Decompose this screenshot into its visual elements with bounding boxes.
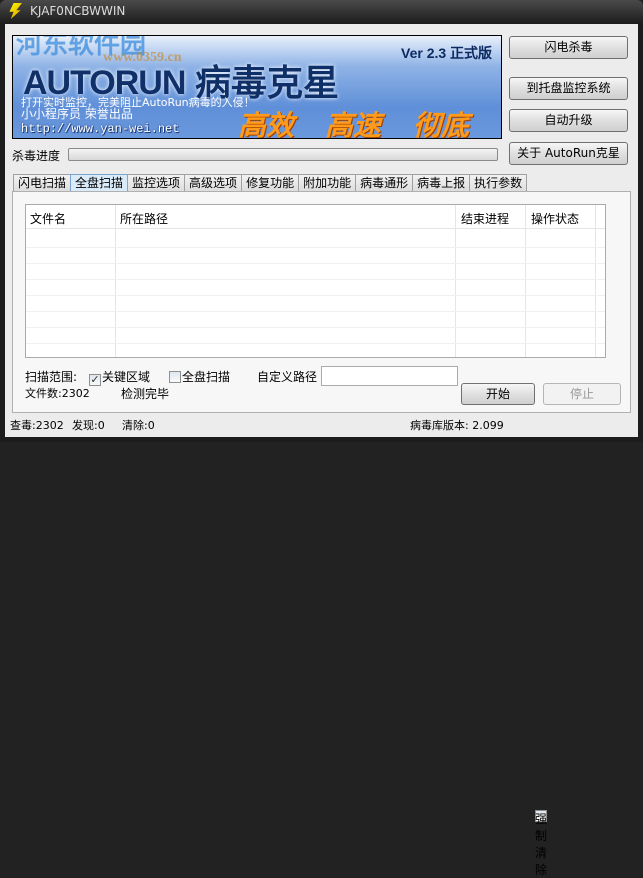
- key-area-checkbox[interactable]: ✓ 关键区域: [89, 368, 150, 386]
- tab-monitor-options[interactable]: 监控选项: [127, 174, 186, 192]
- tab-quick-scan[interactable]: 闪电扫描: [13, 174, 72, 192]
- kill-progress-bar: [68, 148, 498, 161]
- db-version: 病毒库版本: 2.099: [410, 419, 504, 432]
- author-name: 小小程序员 荣誉出品: [21, 107, 133, 121]
- banner: AUTORUN 病毒克星 Ver 2.3 正式版 打开实时监控，完美阻止Auto…: [12, 35, 502, 139]
- app-window: KJAF0NCBWWIN AUTORUN 病毒克星 Ver 2.3 正式版 打开…: [0, 0, 643, 877]
- checkbox-icon: [169, 371, 181, 383]
- tab-bar: 闪电扫描 全盘扫描 监控选项 高级选项 修复功能 附加功能 病毒通形 病毒上报 …: [13, 174, 528, 192]
- tagline: 高效: [238, 109, 295, 139]
- result-list[interactable]: 文件名 所在路径 结束进程 操作状态: [25, 204, 606, 358]
- scan-state: 检测完毕: [121, 387, 170, 401]
- window-title: KJAF0NCBWWIN: [30, 4, 126, 18]
- found-count: 发现:0: [72, 419, 105, 432]
- tray-monitor-button[interactable]: 到托盘监控系统: [509, 77, 628, 100]
- tab-exec-params[interactable]: 执行参数: [469, 174, 528, 192]
- tagline: 高速: [325, 109, 382, 139]
- quick-kill-button[interactable]: 闪电杀毒: [509, 36, 628, 59]
- cleaned-count: 清除:0: [122, 419, 155, 432]
- auto-update-button[interactable]: 自动升级: [509, 109, 628, 132]
- full-disk-label: 全盘扫描: [182, 370, 231, 384]
- app-lightning-icon: [9, 3, 22, 19]
- col-path[interactable]: 所在路径: [120, 210, 168, 227]
- tagline: 彻底: [413, 109, 470, 139]
- client-area: AUTORUN 病毒克星 Ver 2.3 正式版 打开实时监控，完美阻止Auto…: [5, 24, 638, 877]
- about-button[interactable]: 关于 AutoRun克星: [509, 142, 628, 165]
- tab-extras[interactable]: 附加功能: [298, 174, 357, 192]
- file-count: 文件数:2302: [25, 387, 90, 400]
- custom-path-input[interactable]: [321, 366, 458, 386]
- custom-path-label: 自定义路径: [257, 370, 318, 384]
- watermark-url: www.0359.cn: [103, 50, 182, 65]
- col-status[interactable]: 操作状态: [531, 210, 579, 227]
- author-url[interactable]: http://www.yan-wei.net: [21, 122, 179, 137]
- tab-virus-notice[interactable]: 病毒通形: [355, 174, 414, 192]
- list-header: 文件名 所在路径 结束进程 操作状态: [26, 205, 605, 229]
- checkbox-checked-icon: ✓: [89, 373, 101, 386]
- progress-label: 杀毒进度: [12, 149, 61, 163]
- full-scan-panel: 文件名 所在路径 结束进程 操作状态 扫描范围: ✓ 关键区域 全盘扫描 自定义路…: [12, 191, 631, 413]
- full-disk-checkbox[interactable]: 全盘扫描: [169, 368, 230, 385]
- stop-button[interactable]: 停止: [543, 383, 621, 405]
- tab-repair[interactable]: 修复功能: [241, 174, 300, 192]
- author: 小小程序员 荣誉出品 http://www.yan-wei.net: [21, 107, 179, 137]
- scan-range-label: 扫描范围:: [25, 370, 78, 384]
- col-kill-process[interactable]: 结束进程: [461, 210, 509, 227]
- checked-count: 查毒:2302: [10, 419, 64, 432]
- tab-virus-report[interactable]: 病毒上报: [412, 174, 471, 192]
- key-area-label: 关键区域: [102, 370, 151, 384]
- version-label: Ver 2.3 正式版: [401, 45, 493, 61]
- tab-advanced-options[interactable]: 高级选项: [184, 174, 243, 192]
- force-clean-label: 强制清除: [535, 812, 548, 877]
- tab-full-scan[interactable]: 全盘扫描: [70, 174, 129, 192]
- start-button[interactable]: 开始: [461, 383, 535, 405]
- col-filename[interactable]: 文件名: [30, 210, 66, 227]
